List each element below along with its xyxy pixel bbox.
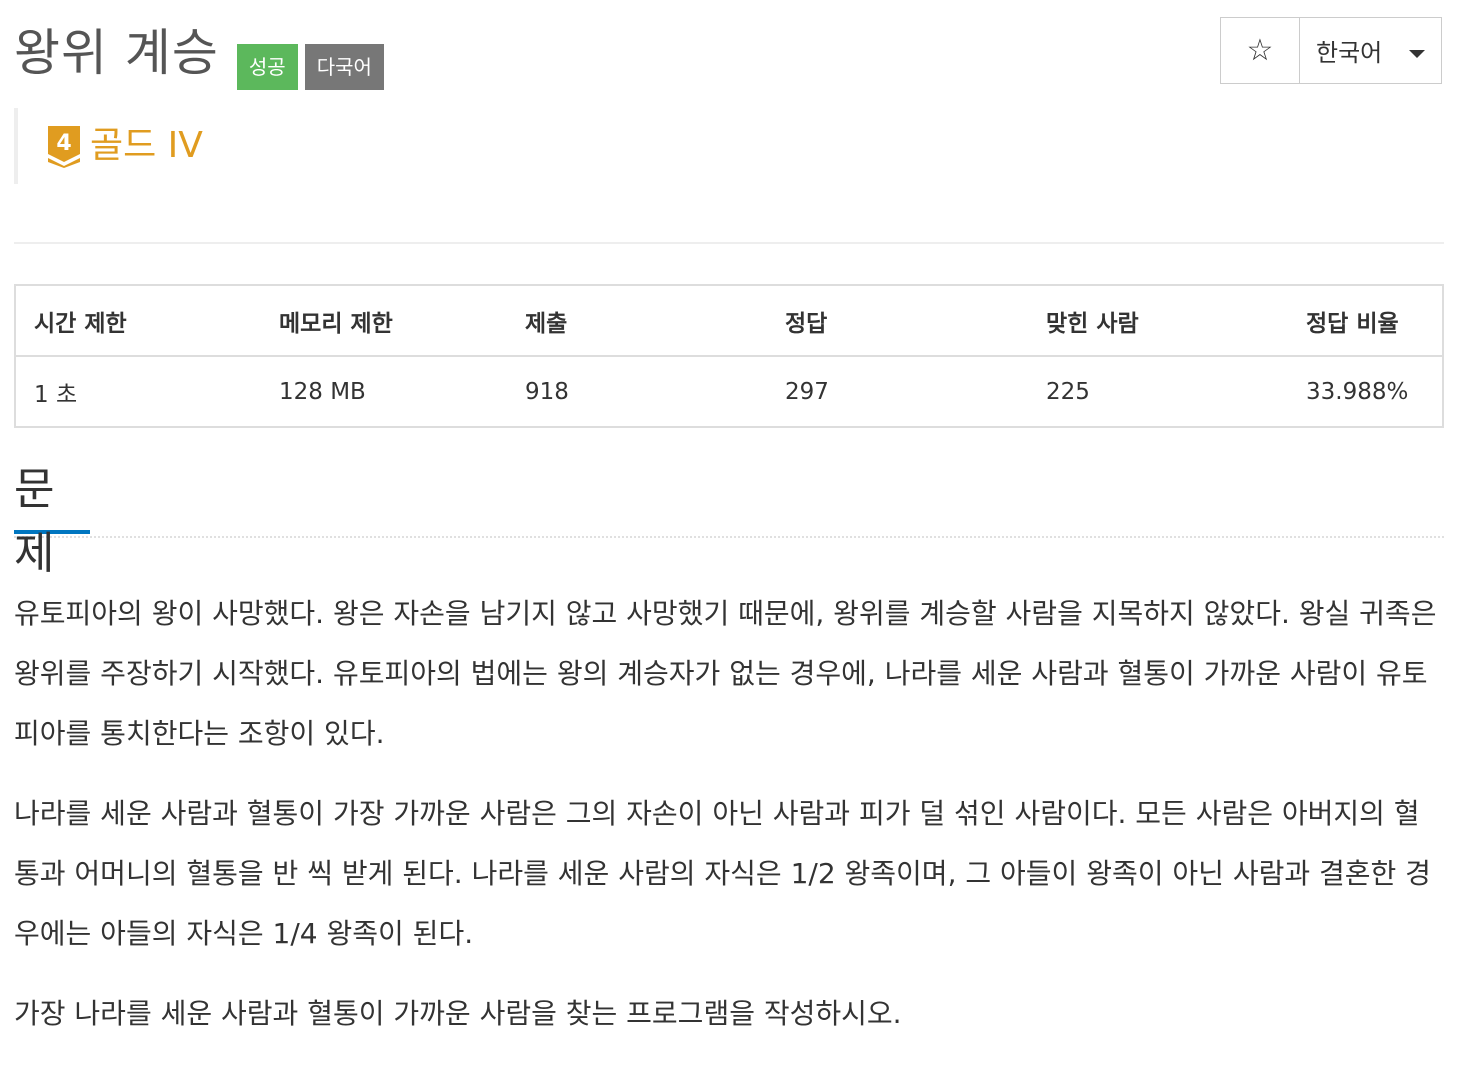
value-time-limit: 1 초 xyxy=(34,381,78,408)
tier-label[interactable]: 골드 IV xyxy=(90,124,203,168)
problem-description: 유토피아의 왕이 사망했다. 왕은 자손을 남기지 않고 사망했기 때문에, 왕… xyxy=(14,584,1444,1064)
page-title: 왕위 계승 xyxy=(14,24,219,82)
header-time-limit: 시간 제한 xyxy=(15,285,261,357)
problem-paragraph: 유토피아의 왕이 사망했다. 왕은 자손을 남기지 않고 사망했기 때문에, 왕… xyxy=(14,597,1437,750)
tier-block: 4 골드 IV xyxy=(14,108,203,184)
value-accepted: 297 xyxy=(785,378,829,405)
language-dropdown[interactable]: 한국어 xyxy=(1300,18,1441,83)
star-icon: ☆ xyxy=(1246,33,1274,68)
problem-paragraph: 가장 나라를 세운 사람과 혈통이 가까운 사람을 찾는 프로그램을 작성하시오… xyxy=(14,997,902,1030)
problem-actions: ☆ 한국어 xyxy=(1220,17,1442,84)
header-accepted: 정답 xyxy=(767,285,1028,357)
header-memory-limit: 메모리 제한 xyxy=(261,285,507,357)
divider xyxy=(14,242,1444,244)
problem-page: 왕위 계승 성공 다국어 ☆ 한국어 4 골드 IV 시간 제한 메모리 제한 … xyxy=(0,0,1462,1070)
header-submissions: 제출 xyxy=(507,285,767,357)
problem-info-table: 시간 제한 메모리 제한 제출 정답 맞힌 사람 정답 비율 1 초 128 M… xyxy=(14,284,1444,428)
header-accept-ratio: 정답 비율 xyxy=(1288,285,1443,357)
status-badge-success: 성공 xyxy=(236,44,298,90)
section-title: 문제 xyxy=(14,458,90,579)
tier-level: 4 xyxy=(56,131,71,156)
value-memory-limit: 128 MB xyxy=(279,378,366,405)
table-header-row: 시간 제한 메모리 제한 제출 정답 맞힌 사람 정답 비율 xyxy=(15,285,1443,357)
star-button[interactable]: ☆ xyxy=(1221,18,1300,83)
status-badge-multilanguage: 다국어 xyxy=(304,44,384,90)
language-selected: 한국어 xyxy=(1316,39,1383,67)
value-solved-users: 225 xyxy=(1046,378,1090,405)
title-row: 왕위 계승 성공 다국어 xyxy=(14,18,384,90)
value-accept-ratio: 33.988% xyxy=(1306,378,1409,405)
tier-badge-icon: 4 xyxy=(48,126,80,168)
caret-down-icon xyxy=(1409,50,1425,58)
header-solved-users: 맞힌 사람 xyxy=(1028,285,1288,357)
table-row: 1 초 128 MB 918 297 225 33.988% xyxy=(15,356,1443,427)
problem-paragraph: 나라를 세운 사람과 혈통이 가장 가까운 사람은 그의 자손이 아닌 사람과 … xyxy=(14,797,1431,950)
value-submissions: 918 xyxy=(525,378,569,405)
problem-section-header: 문제 xyxy=(14,458,1444,579)
